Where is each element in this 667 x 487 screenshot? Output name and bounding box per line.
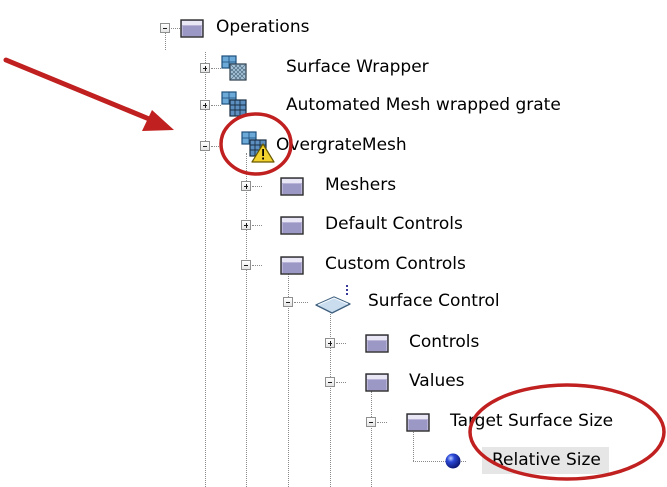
collapse-toggle-surface-control[interactable] (283, 297, 293, 307)
tree-node-label-surface-control[interactable]: Surface Control (368, 290, 500, 312)
folder-icon (406, 413, 430, 432)
tree-node-label-relative-size[interactable]: Relative Size (482, 447, 609, 474)
collapse-toggle-custom-controls[interactable] (241, 260, 251, 270)
red-arrow-annotation (3, 57, 174, 131)
tree-node-label-operations[interactable]: Operations (216, 16, 309, 38)
automated-mesh-icon (221, 91, 247, 117)
folder-icon (180, 19, 204, 38)
tree-node-label-default-controls[interactable]: Default Controls (325, 213, 463, 235)
folder-icon (280, 216, 304, 235)
tree-connector (377, 422, 387, 423)
tree-node-label-automated-mesh[interactable]: Automated Mesh wrapped grate (286, 94, 561, 116)
tree-connector (336, 382, 346, 383)
tree-node-label-values[interactable]: Values (409, 370, 465, 392)
collapse-toggle-values[interactable] (325, 377, 335, 387)
surface-wrapper-icon (221, 55, 247, 81)
surface-control-icon (315, 285, 351, 314)
expand-toggle-controls[interactable] (325, 338, 335, 348)
tree-connector (252, 265, 262, 266)
tree-connector (336, 343, 346, 344)
tree-connector (246, 153, 247, 487)
tree-connector (252, 186, 262, 187)
expand-toggle-automated-mesh[interactable] (200, 100, 210, 110)
folder-icon (280, 256, 304, 275)
tree-node-label-custom-controls[interactable]: Custom Controls (325, 253, 466, 275)
folder-icon (365, 373, 389, 392)
tree-node-label-target-surface-size[interactable]: Target Surface Size (450, 410, 613, 432)
expand-toggle-default-controls[interactable] (241, 220, 251, 230)
blue-sphere-icon (445, 453, 461, 469)
tree-connector (413, 430, 414, 461)
expand-toggle-surface-wrapper[interactable] (200, 63, 210, 73)
tree-view: Operations Surface Wrapper Automated Mes… (0, 0, 667, 487)
tree-node-label-overgrate-mesh[interactable]: OvergrateMesh (276, 134, 407, 156)
tree-connector (205, 52, 206, 487)
automated-mesh-warning-icon (241, 131, 275, 163)
collapse-toggle-operations[interactable] (160, 23, 170, 33)
tree-node-label-controls[interactable]: Controls (409, 331, 479, 353)
tree-connector (211, 68, 221, 69)
folder-icon (365, 334, 389, 353)
tree-connector (171, 28, 180, 29)
tree-connector (252, 225, 262, 226)
tree-connector (371, 391, 372, 487)
collapse-toggle-target-surface-size[interactable] (366, 417, 376, 427)
tree-connector (211, 146, 221, 147)
tree-node-label-meshers[interactable]: Meshers (325, 174, 396, 196)
tree-connector (211, 105, 221, 106)
tree-connector (294, 302, 308, 303)
collapse-toggle-overgrate-mesh[interactable] (200, 141, 210, 151)
tree-node-label-surface-wrapper[interactable]: Surface Wrapper (286, 56, 429, 78)
folder-icon (280, 177, 304, 196)
expand-toggle-meshers[interactable] (241, 181, 251, 191)
